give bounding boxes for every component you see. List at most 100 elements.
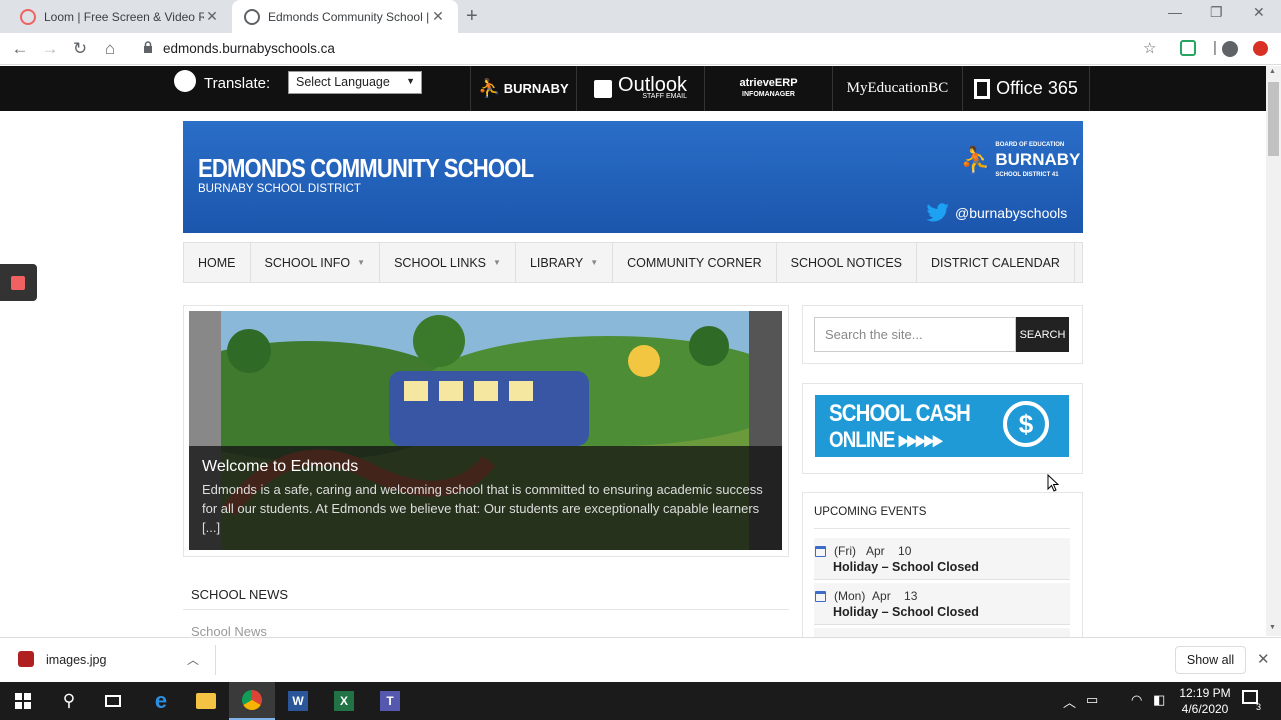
nav-library[interactable]: LIBRARY ▼ — [516, 243, 614, 282]
close-tab-icon[interactable]: ✕ — [430, 8, 446, 25]
event-item[interactable]: (Mon) Apr 13 Holiday – School Closed — [814, 583, 1070, 625]
twitter-link[interactable]: @burnabyschools — [926, 203, 1067, 223]
translate-label: Translate: — [204, 75, 271, 92]
scroll-up-icon[interactable]: ▲ — [1269, 68, 1276, 75]
event-month: Apr — [866, 544, 885, 558]
nav-school-info[interactable]: SCHOOL INFO ▼ — [251, 243, 381, 282]
slide-text: Edmonds is a safe, caring and welcoming … — [202, 482, 763, 535]
cash-line-1: SCHOOL CASH — [829, 400, 971, 427]
cash-line-2: ONLINE ▸▸▸▸▸ — [829, 427, 942, 452]
tab-edmonds[interactable]: Edmonds Community School | Bu ✕ — [232, 0, 458, 33]
event-day: (Mon) — [834, 589, 866, 603]
loom-icon — [20, 8, 36, 25]
nav-label: SCHOOL NOTICES — [790, 255, 902, 270]
divider — [814, 528, 1070, 529]
event-item[interactable]: (Fri) Apr 10 Holiday – School Closed — [814, 538, 1070, 580]
nav-community-corner[interactable]: COMMUNITY CORNER — [613, 243, 777, 282]
bookmark-star-icon[interactable]: ☆ — [1143, 39, 1156, 57]
wifi-icon[interactable]: ◠ — [1131, 692, 1142, 708]
event-title: Holiday – School Closed — [833, 560, 979, 574]
office365-link[interactable]: Office 365 — [962, 66, 1090, 111]
twitter-icon — [926, 203, 949, 222]
burnaby-logo-icon: ⛹ — [960, 144, 993, 175]
clock[interactable]: 12:19 PM 4/6/2020 — [1170, 685, 1240, 717]
search-input[interactable]: Search the site... — [814, 317, 1016, 352]
school-cash-online-banner[interactable]: SCHOOL CASH ONLINE ▸▸▸▸▸ $ — [815, 395, 1069, 457]
search-icon[interactable]: ⚲ — [46, 682, 92, 720]
nav-label: HOME — [198, 255, 236, 270]
burnaby-logo[interactable]: ⛹ BOARD OF EDUCATION BURNABY SCHOOL DIST… — [960, 139, 1080, 181]
loom-record-button[interactable] — [0, 264, 37, 301]
calendar-icon — [815, 546, 826, 557]
clock-time: 12:19 PM — [1179, 686, 1231, 700]
outlook-link-label: Outlook — [618, 73, 687, 96]
atrieve-link-label: atrieveERP — [739, 76, 798, 89]
tab-loom[interactable]: Loom | Free Screen & Video Reco ✕ — [8, 0, 232, 33]
language-select-value: Select Language — [296, 75, 390, 89]
new-tab-button[interactable]: + — [466, 5, 478, 28]
scrollbar-thumb[interactable] — [1268, 82, 1279, 156]
loom-extension-icon[interactable] — [1253, 41, 1268, 56]
slide-title[interactable]: Welcome to Edmonds — [202, 458, 358, 476]
volume-icon[interactable]: ◧ — [1153, 692, 1165, 708]
atrieve-link[interactable]: atrieveERP INFOMANAGER — [704, 66, 832, 111]
download-filename[interactable]: images.jpg — [46, 653, 106, 667]
image-file-icon — [18, 651, 34, 667]
atrieve-sub-label: INFOMANAGER — [742, 90, 795, 98]
task-view-icon[interactable] — [90, 682, 136, 720]
minimize-icon[interactable]: — — [1168, 4, 1182, 20]
nav-label: LIBRARY — [529, 255, 584, 270]
forward-icon[interactable]: → — [40, 39, 60, 59]
nav-district-calendar[interactable]: DISTRICT CALENDAR — [917, 243, 1075, 282]
stop-icon — [11, 276, 25, 290]
back-icon[interactable]: ← — [10, 39, 30, 59]
chevron-down-icon: ▼ — [406, 76, 415, 86]
file-explorer-icon[interactable] — [183, 682, 229, 720]
event-daynum: 10 — [898, 544, 912, 558]
notification-count: 3 — [1256, 702, 1262, 712]
scroll-down-icon[interactable]: ▼ — [1269, 624, 1276, 631]
lock-icon[interactable] — [143, 41, 153, 53]
burnaby-link-label: BURNABY — [503, 81, 569, 96]
extension-icon[interactable] — [1180, 40, 1196, 56]
myeducationbc-link[interactable]: MyEducationBC — [832, 66, 962, 111]
home-icon[interactable]: ⌂ — [100, 39, 120, 59]
chrome-icon[interactable] — [229, 682, 275, 720]
window-close-icon[interactable]: ✕ — [1253, 4, 1265, 21]
event-title: Holiday – School Closed — [833, 605, 979, 619]
tab-title: Loom | Free Screen & Video Reco — [44, 9, 204, 24]
reload-icon[interactable]: ↻ — [70, 39, 90, 59]
search-button[interactable]: SEARCH — [1016, 317, 1069, 352]
teams-icon[interactable]: T — [367, 682, 413, 720]
close-downloads-icon[interactable]: ✕ — [1257, 650, 1270, 668]
show-all-button[interactable]: Show all — [1175, 646, 1246, 674]
chevron-up-icon[interactable]: ︿ — [187, 651, 199, 668]
chevron-up-icon[interactable]: ︿ — [1063, 692, 1076, 711]
main-nav: HOME SCHOOL INFO ▼ SCHOOL LINKS ▼ LIBRARY ▼… — [183, 242, 1083, 283]
logo-main-text: BURNABY — [995, 150, 1081, 169]
events-heading: UPCOMING EVENTS — [814, 506, 927, 518]
windows-start-icon[interactable] — [0, 682, 46, 720]
edge-icon[interactable]: e — [138, 682, 184, 720]
outlook-link[interactable]: Outlook STAFF EMAIL — [576, 66, 704, 111]
restore-icon[interactable]: ❐ — [1210, 4, 1223, 21]
word-icon[interactable]: W — [275, 682, 321, 720]
event-day: (Fri) — [834, 544, 856, 558]
burnaby-link[interactable]: ⛹ BURNABY — [470, 66, 576, 111]
office365-link-label: Office 365 — [996, 78, 1078, 98]
url-field[interactable]: edmonds.burnabyschools.ca — [163, 41, 335, 56]
chevron-down-icon: ▼ — [590, 258, 599, 267]
excel-icon[interactable]: X — [321, 682, 367, 720]
battery-icon[interactable]: ▭ — [1086, 692, 1098, 708]
outlook-icon — [594, 79, 613, 98]
nav-school-links[interactable]: SCHOOL LINKS ▼ — [380, 243, 516, 282]
twitter-handle: @burnabyschools — [955, 205, 1068, 221]
profile-icon[interactable] — [1222, 41, 1238, 57]
nav-label: COMMUNITY CORNER — [627, 255, 762, 270]
nav-school-notices[interactable]: SCHOOL NOTICES — [777, 243, 917, 282]
nav-home[interactable]: HOME — [184, 243, 251, 282]
language-select[interactable]: Select Language ▼ — [288, 71, 422, 94]
event-date: (Fri) Apr 10 — [834, 544, 911, 558]
nav-label: SCHOOL INFO — [264, 255, 351, 270]
close-tab-icon[interactable]: ✕ — [204, 8, 220, 25]
